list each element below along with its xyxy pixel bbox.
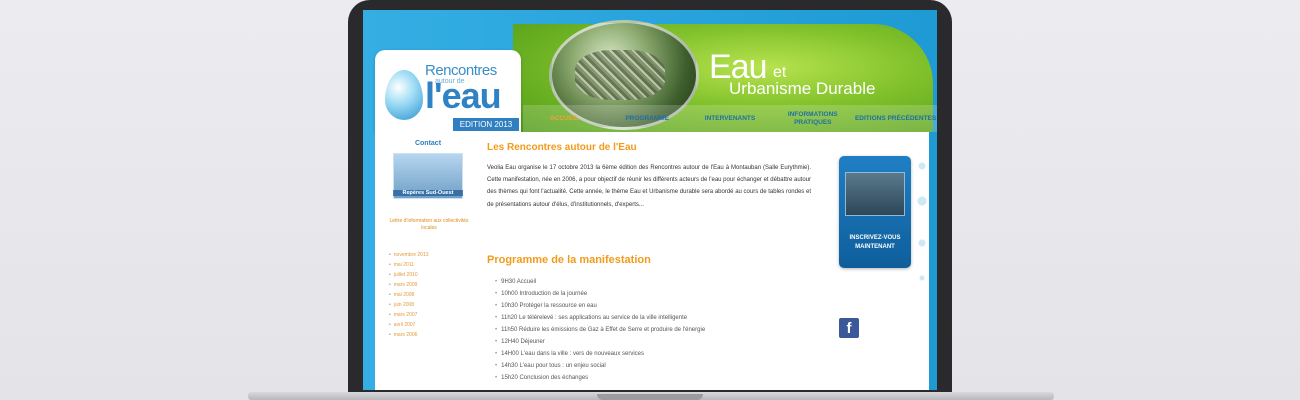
- register-label: INSCRIVEZ-VOUS MAINTENANT: [849, 235, 901, 250]
- program-title: Programme de la manifestation: [487, 254, 651, 266]
- program-item: 11h50 Réduire les émissions de Gaz à Eff…: [495, 324, 795, 336]
- main-nav: ACCUEIL PROGRAMME INTERVENANTS INFORMATI…: [523, 105, 937, 132]
- register-photo: [845, 172, 905, 216]
- monitor-mockup: Rencontres autour de l'eau EDITION 2013 …: [0, 0, 1300, 400]
- program-item: 15h20 Conclusion des échanges: [495, 372, 795, 384]
- archive-link[interactable]: juillet 2010: [389, 270, 479, 280]
- city-image: [575, 50, 665, 100]
- program-item: 14H00 L'eau dans la ville : vers de nouv…: [495, 348, 795, 360]
- main-content: Les Rencontres autour de l'Eau Veolia Ea…: [487, 132, 817, 390]
- program-item: 12H40 Déjeuner: [495, 336, 795, 348]
- nav-item-editions[interactable]: EDITIONS PRÉCÉDENTES: [854, 115, 937, 123]
- nav-item-accueil[interactable]: ACCUEIL: [523, 115, 606, 123]
- content-area: Contact Repères Sud-Ouest Lettre d'infor…: [375, 132, 929, 390]
- archive-list: novembre 2013 mai 2011 juillet 2010 mars…: [389, 250, 479, 340]
- monitor-notch: [597, 394, 703, 400]
- contact-link[interactable]: Contact: [375, 140, 481, 147]
- program-item: 11h20 Le télérelevé : ses applications a…: [495, 312, 795, 324]
- archive-link[interactable]: mars 2007: [389, 310, 479, 320]
- program-list: 9H30 Accueil 10h00 Introduction de la jo…: [495, 276, 795, 384]
- program-item: 10h00 Introduction de la journée: [495, 288, 795, 300]
- nav-item-intervenants[interactable]: INTERVENANTS: [689, 115, 772, 123]
- archive-link[interactable]: mai 2008: [389, 290, 479, 300]
- thumbnail-caption: Repères Sud-Ouest: [393, 190, 463, 196]
- program-item: 10h30 Protéger la ressource en eau: [495, 300, 795, 312]
- bubbles-decoration: [915, 152, 929, 292]
- archive-link[interactable]: avril 2007: [389, 320, 479, 330]
- archive-link[interactable]: mai 2011: [389, 260, 479, 270]
- left-sidebar: Contact Repères Sud-Ouest Lettre d'infor…: [375, 132, 481, 390]
- logo-big-text: l'eau: [425, 75, 502, 116]
- website-screen: Rencontres autour de l'eau EDITION 2013 …: [363, 10, 937, 390]
- program-item: 9H30 Accueil: [495, 276, 795, 288]
- archive-link[interactable]: novembre 2013: [389, 250, 479, 260]
- edition-badge: EDITION 2013: [453, 118, 519, 131]
- site-title-sub: Urbanisme Durable: [729, 79, 876, 98]
- archive-link[interactable]: mars 2009: [389, 280, 479, 290]
- archive-link[interactable]: juin 2008: [389, 300, 479, 310]
- right-sidebar: INSCRIVEZ-VOUS MAINTENANT f: [827, 132, 929, 390]
- nav-item-informations[interactable]: INFORMATIONS PRATIQUES: [771, 111, 854, 127]
- program-item: 14h30 L'eau pour tous : un enjeu social: [495, 360, 795, 372]
- register-button[interactable]: INSCRIVEZ-VOUS MAINTENANT: [839, 156, 911, 268]
- nav-item-programme[interactable]: PROGRAMME: [606, 115, 689, 123]
- archive-link[interactable]: mars 2006: [389, 330, 479, 340]
- facebook-icon[interactable]: f: [839, 318, 859, 338]
- newsletter-note: Lettre d'information aux collectivités l…: [389, 218, 469, 231]
- page-title: Les Rencontres autour de l'Eau: [487, 142, 637, 153]
- site-header: Rencontres autour de l'eau EDITION 2013 …: [363, 10, 937, 132]
- intro-paragraph: Veolia Eau organise le 17 octobre 2013 l…: [487, 165, 811, 208]
